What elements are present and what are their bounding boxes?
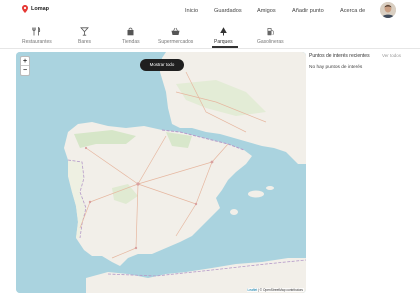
- zoom-in-button[interactable]: +: [21, 57, 29, 66]
- user-photo: [380, 2, 396, 18]
- category-gasolineras[interactable]: Gasolineras: [257, 27, 284, 45]
- leaflet-link[interactable]: Leaflet: [248, 288, 258, 292]
- zoom-controls: + −: [20, 56, 30, 76]
- category-label: Tiendas: [122, 39, 140, 45]
- osm-attribution: | © OpenStreetMap contributors: [257, 288, 303, 292]
- tree-icon: [220, 27, 227, 36]
- view-all-link[interactable]: Ver todos: [382, 53, 401, 58]
- category-restaurantes[interactable]: Restaurantes: [22, 27, 52, 45]
- show-all-button[interactable]: Mostrar todo: [140, 59, 184, 71]
- category-parques[interactable]: Parques: [214, 27, 233, 45]
- category-label: Supermercados: [158, 39, 194, 45]
- map-view[interactable]: [16, 52, 306, 293]
- recent-poi-title: Puntos de interés recientes: [309, 53, 370, 59]
- category-label: Restaurantes: [22, 39, 52, 45]
- map-attribution: Leaflet | © OpenStreetMap contributors: [246, 288, 304, 292]
- header-divider: [0, 48, 420, 49]
- category-label: Bares: [78, 39, 92, 45]
- cutlery-icon: [32, 27, 41, 36]
- mallorca-island: [248, 190, 264, 198]
- category-tiendas[interactable]: Tiendas: [122, 27, 140, 45]
- nav-inicio[interactable]: Inicio: [185, 8, 198, 14]
- category-supermercados[interactable]: Supermercados: [158, 27, 193, 45]
- ibiza-island: [230, 209, 238, 215]
- app-header: Lomap Inicio Guardados Amigos Añadir pun…: [0, 0, 420, 24]
- shopping-basket-icon: [171, 27, 180, 35]
- nav-anadir-punto[interactable]: Añadir punto: [292, 8, 324, 14]
- zoom-out-button[interactable]: −: [21, 66, 29, 75]
- avatar[interactable]: [380, 2, 396, 18]
- nav-acerca-de[interactable]: Acerca de: [340, 8, 365, 14]
- nav-guardados[interactable]: Guardados: [214, 8, 242, 14]
- cocktail-glass-icon: [80, 27, 89, 36]
- fuel-pump-icon: [267, 28, 274, 36]
- category-label: Gasolineras: [257, 39, 284, 45]
- category-label: Parques: [214, 39, 233, 45]
- map-tiles: [16, 52, 306, 293]
- map-pin-icon: [22, 5, 28, 13]
- menorca-island: [266, 186, 274, 190]
- nav-amigos[interactable]: Amigos: [257, 8, 276, 14]
- shopping-bag-icon: [127, 27, 134, 36]
- category-bar: Restaurantes Bares Tiendas Supermercados…: [0, 24, 420, 48]
- brand-name: Lomap: [31, 6, 50, 12]
- brand-logo[interactable]: Lomap: [22, 5, 49, 13]
- category-bares[interactable]: Bares: [78, 27, 91, 45]
- empty-state-text: No hay puntos de interés: [309, 65, 363, 70]
